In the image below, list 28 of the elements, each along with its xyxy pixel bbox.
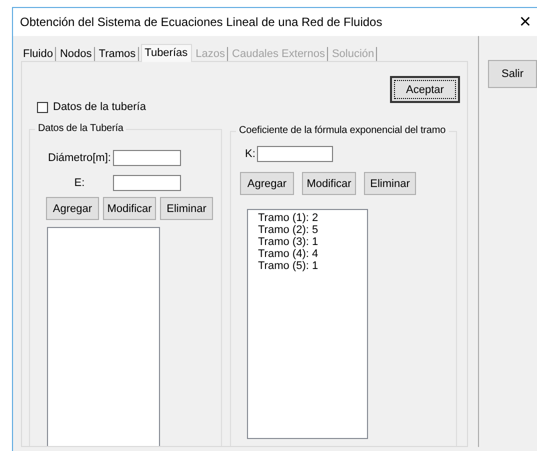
checkbox[interactable] bbox=[37, 102, 48, 112]
action-button[interactable]: Modificar bbox=[103, 197, 156, 220]
list-box[interactable] bbox=[47, 227, 160, 446]
action-button[interactable]: Agregar bbox=[46, 197, 99, 220]
group-title: Datos de la Tubería bbox=[35, 123, 126, 134]
field-label: K: bbox=[245, 148, 256, 160]
action-button[interactable]: Eliminar bbox=[364, 172, 416, 195]
field-label: Diámetro[m]: bbox=[48, 152, 112, 164]
list-box[interactable]: Tramo (1): 2 Tramo (2): 5 Tramo (3): 1 Tramo (4): 4 Tramo (5): 1 bbox=[247, 209, 368, 439]
list-item[interactable]: Tramo (3): 1 bbox=[258, 236, 357, 248]
checkbox-label: Datos de la tubería bbox=[53, 101, 146, 113]
group-title: Coeficiente de la fórmula exponencial del tramo bbox=[236, 125, 449, 136]
list-item[interactable]: Tramo (1): 2 bbox=[258, 212, 357, 224]
list-item[interactable]: Tramo (4): 4 bbox=[258, 248, 357, 260]
input-field[interactable] bbox=[112, 150, 181, 166]
tab[interactable]: Tuberías bbox=[140, 44, 192, 62]
field-label: E: bbox=[73, 177, 86, 189]
action-button[interactable]: Modificar bbox=[302, 172, 356, 195]
input-field[interactable] bbox=[112, 175, 181, 191]
action-button[interactable]: Eliminar bbox=[160, 197, 213, 220]
list-item[interactable]: Tramo (5): 1 bbox=[258, 260, 357, 272]
window-title: Obtención del Sistema de Ecuaciones Lineal de una Red de Fluidos bbox=[20, 15, 382, 29]
action-button[interactable]: Agregar bbox=[240, 172, 294, 195]
exit-button[interactable]: Salir bbox=[488, 60, 537, 88]
input-field[interactable] bbox=[257, 146, 334, 162]
list-item[interactable]: Tramo (2): 5 bbox=[258, 224, 357, 236]
close-button[interactable]: × bbox=[519, 12, 531, 32]
accept-button[interactable]: Aceptar bbox=[390, 76, 460, 103]
